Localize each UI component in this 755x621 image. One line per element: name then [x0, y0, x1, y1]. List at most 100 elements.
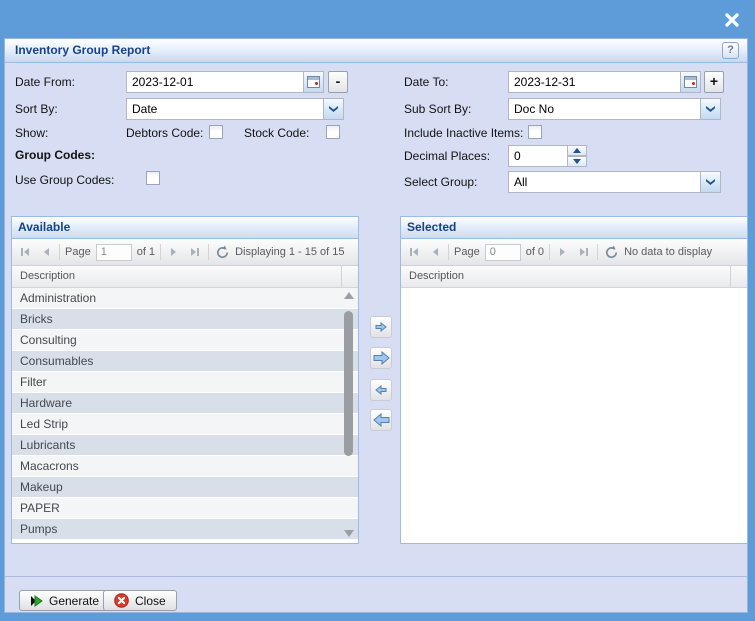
- available-panel: Available Page of 1 Displaying 1: [11, 216, 359, 544]
- sort-by-combobox[interactable]: Date: [126, 98, 344, 120]
- scroll-up-icon[interactable]: [344, 292, 354, 299]
- select-group-value: All: [509, 172, 700, 192]
- date-to-label: Date To:: [404, 75, 448, 89]
- sub-sort-by-trigger[interactable]: [700, 99, 720, 119]
- last-page-icon: [188, 245, 202, 259]
- add-selected-button[interactable]: [370, 316, 392, 338]
- chevron-down-icon: [573, 159, 581, 164]
- list-item[interactable]: Lubricants: [12, 435, 358, 456]
- last-page-button[interactable]: [576, 244, 592, 260]
- close-button-label: Close: [135, 594, 166, 608]
- debtors-code-checkbox[interactable]: [209, 125, 223, 139]
- refresh-icon: [215, 245, 230, 260]
- prev-page-button[interactable]: [38, 244, 54, 260]
- select-group-trigger[interactable]: [700, 172, 720, 192]
- selected-pager: Page of 0 No data to display: [401, 239, 747, 266]
- available-panel-title: Available: [12, 217, 358, 239]
- next-page-icon: [167, 245, 181, 259]
- use-group-codes-label: Use Group Codes:: [15, 173, 114, 187]
- pager-status-text: Displaying 1 - 15 of 15: [235, 246, 353, 258]
- remove-all-button[interactable]: [370, 409, 392, 431]
- chevron-down-icon: [706, 179, 715, 185]
- date-from-input[interactable]: [126, 71, 304, 93]
- list-item[interactable]: PAPER: [12, 498, 358, 519]
- sub-sort-by-label: Sub Sort By:: [404, 102, 471, 116]
- select-group-label: Select Group:: [404, 175, 477, 189]
- prev-page-icon: [39, 245, 53, 259]
- decimal-places-input[interactable]: [508, 145, 568, 167]
- use-group-codes-checkbox[interactable]: [146, 171, 160, 185]
- list-item[interactable]: Consulting: [12, 330, 358, 351]
- chevron-down-icon: [329, 106, 338, 112]
- selected-panel-title: Selected: [401, 217, 747, 239]
- pager-status-text: No data to display: [624, 246, 742, 258]
- inventory-group-report-dialog: Inventory Group Report ? Date From: - So…: [4, 38, 748, 613]
- date-from-picker-button[interactable]: [303, 71, 324, 93]
- last-page-button[interactable]: [187, 244, 203, 260]
- first-page-button[interactable]: [406, 244, 422, 260]
- list-item[interactable]: Administration: [12, 288, 358, 309]
- date-to-plus-button[interactable]: +: [704, 71, 724, 93]
- description-column-header[interactable]: Description: [401, 266, 747, 288]
- show-label: Show:: [15, 126, 48, 140]
- chevron-up-icon: [573, 148, 581, 153]
- list-item[interactable]: Pumps: [12, 519, 358, 540]
- arrow-left-small-icon: [375, 385, 387, 395]
- date-to-input[interactable]: [508, 71, 681, 93]
- next-page-button[interactable]: [555, 244, 571, 260]
- next-page-button[interactable]: [166, 244, 182, 260]
- arrow-right-small-icon: [375, 322, 387, 332]
- debtors-code-label: Debtors Code:: [126, 126, 203, 140]
- stock-code-checkbox[interactable]: [326, 125, 340, 139]
- list-item[interactable]: Bricks: [12, 309, 358, 330]
- remove-selected-button[interactable]: [370, 379, 392, 401]
- refresh-button[interactable]: [214, 244, 230, 260]
- first-page-icon: [18, 245, 32, 259]
- prev-page-icon: [428, 245, 442, 259]
- decimal-places-label: Decimal Places:: [404, 149, 490, 163]
- sort-by-label: Sort By:: [15, 102, 58, 116]
- sub-sort-by-combobox[interactable]: Doc No: [508, 98, 721, 120]
- scrollbar-thumb[interactable]: [344, 311, 353, 456]
- refresh-button[interactable]: [603, 244, 619, 260]
- list-item[interactable]: Consumables: [12, 351, 358, 372]
- list-item[interactable]: Hardware: [12, 393, 358, 414]
- page-number-input[interactable]: [96, 244, 132, 261]
- date-from-minus-button[interactable]: -: [328, 71, 348, 93]
- list-item[interactable]: Makeup: [12, 477, 358, 498]
- list-item[interactable]: Filter: [12, 372, 358, 393]
- dialog-title: Inventory Group Report: [15, 43, 150, 57]
- pager-separator: [208, 244, 209, 260]
- dialog-header: Inventory Group Report ?: [5, 39, 747, 63]
- decimal-places-spinner: [567, 145, 587, 167]
- close-red-icon: [114, 593, 129, 608]
- date-from-label: Date From:: [15, 75, 75, 89]
- include-inactive-items-checkbox[interactable]: [528, 125, 542, 139]
- page-number-input[interactable]: [485, 244, 521, 261]
- generate-button[interactable]: Generate: [19, 590, 110, 611]
- close-button[interactable]: Close: [103, 590, 177, 611]
- description-column-header[interactable]: Description: [12, 266, 358, 288]
- help-button[interactable]: ?: [722, 42, 739, 59]
- close-icon: [723, 11, 741, 29]
- generate-play-icon: [30, 595, 43, 607]
- pager-separator: [448, 244, 449, 260]
- select-group-combobox[interactable]: All: [508, 171, 721, 193]
- first-page-button[interactable]: [17, 244, 33, 260]
- spinner-down-button[interactable]: [567, 156, 587, 167]
- prev-page-button[interactable]: [427, 244, 443, 260]
- scroll-down-icon[interactable]: [344, 530, 354, 537]
- list-item[interactable]: Macacrons: [12, 456, 358, 477]
- arrow-left-large-icon: [373, 413, 390, 427]
- date-to-picker-button[interactable]: [680, 71, 701, 93]
- pager-separator: [597, 244, 598, 260]
- available-scrollbar[interactable]: [343, 289, 356, 540]
- calendar-icon: [684, 76, 697, 88]
- sort-by-trigger[interactable]: [323, 99, 343, 119]
- window-close-button[interactable]: [723, 11, 741, 29]
- list-item[interactable]: Led Strip: [12, 414, 358, 435]
- generate-button-label: Generate: [49, 594, 99, 608]
- spinner-up-button[interactable]: [567, 145, 587, 156]
- add-all-button[interactable]: [370, 347, 392, 369]
- window-frame: Inventory Group Report ? Date From: - So…: [0, 0, 755, 621]
